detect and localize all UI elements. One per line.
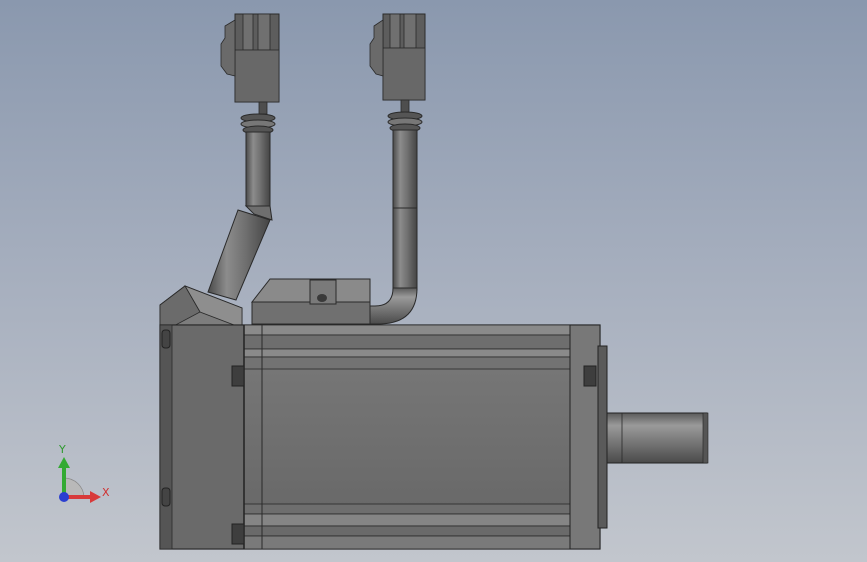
encoder-housing [250, 278, 371, 325]
axis-x-label: X [102, 486, 110, 499]
left-cable-connector [220, 13, 280, 115]
left-cable [207, 113, 276, 301]
output-shaft [606, 412, 709, 464]
coordinate-triad [58, 457, 101, 503]
servo-motor-model[interactable] [0, 0, 867, 562]
right-cable-connector [369, 13, 426, 113]
motor-body [159, 324, 608, 550]
right-cable [369, 111, 423, 325]
axis-y-label: Y [59, 443, 66, 456]
cad-viewport[interactable]: Y X [0, 0, 867, 562]
